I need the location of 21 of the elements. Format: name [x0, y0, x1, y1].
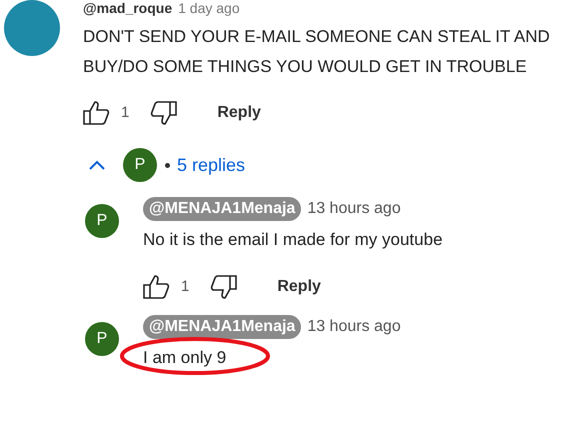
thumbs-up-icon[interactable]	[83, 101, 111, 125]
reply-button[interactable]: Reply	[277, 275, 321, 299]
avatar: P	[123, 148, 157, 182]
avatar: P	[85, 204, 119, 238]
comment-text: I am only 9	[143, 348, 226, 368]
comment-time: 1 day ago	[178, 0, 240, 16]
replies-toggle[interactable]: 5 replies	[177, 152, 246, 178]
chevron-up-icon[interactable]	[88, 159, 106, 171]
comment-time: 13 hours ago	[307, 199, 401, 219]
comment-text: No it is the email I made for my youtube	[143, 230, 443, 250]
bullet-icon	[165, 162, 170, 168]
thumbs-down-icon[interactable]	[149, 101, 178, 125]
avatar: P	[85, 322, 119, 356]
thumbs-up-icon[interactable]	[143, 275, 171, 299]
author-name[interactable]: @mad_roque	[83, 0, 172, 16]
comment-text: DON'T SEND YOUR E-MAIL SOMEONE CAN STEAL IT AND BUY/DO SOME THINGS YOU WOULD GET IN TROUBLE	[83, 26, 551, 78]
thumbs-down-icon[interactable]	[209, 275, 238, 299]
like-count: 1	[181, 276, 190, 297]
like-count: 1	[121, 102, 130, 123]
comment-time: 13 hours ago	[307, 317, 401, 337]
reply-button[interactable]: Reply	[217, 101, 261, 125]
